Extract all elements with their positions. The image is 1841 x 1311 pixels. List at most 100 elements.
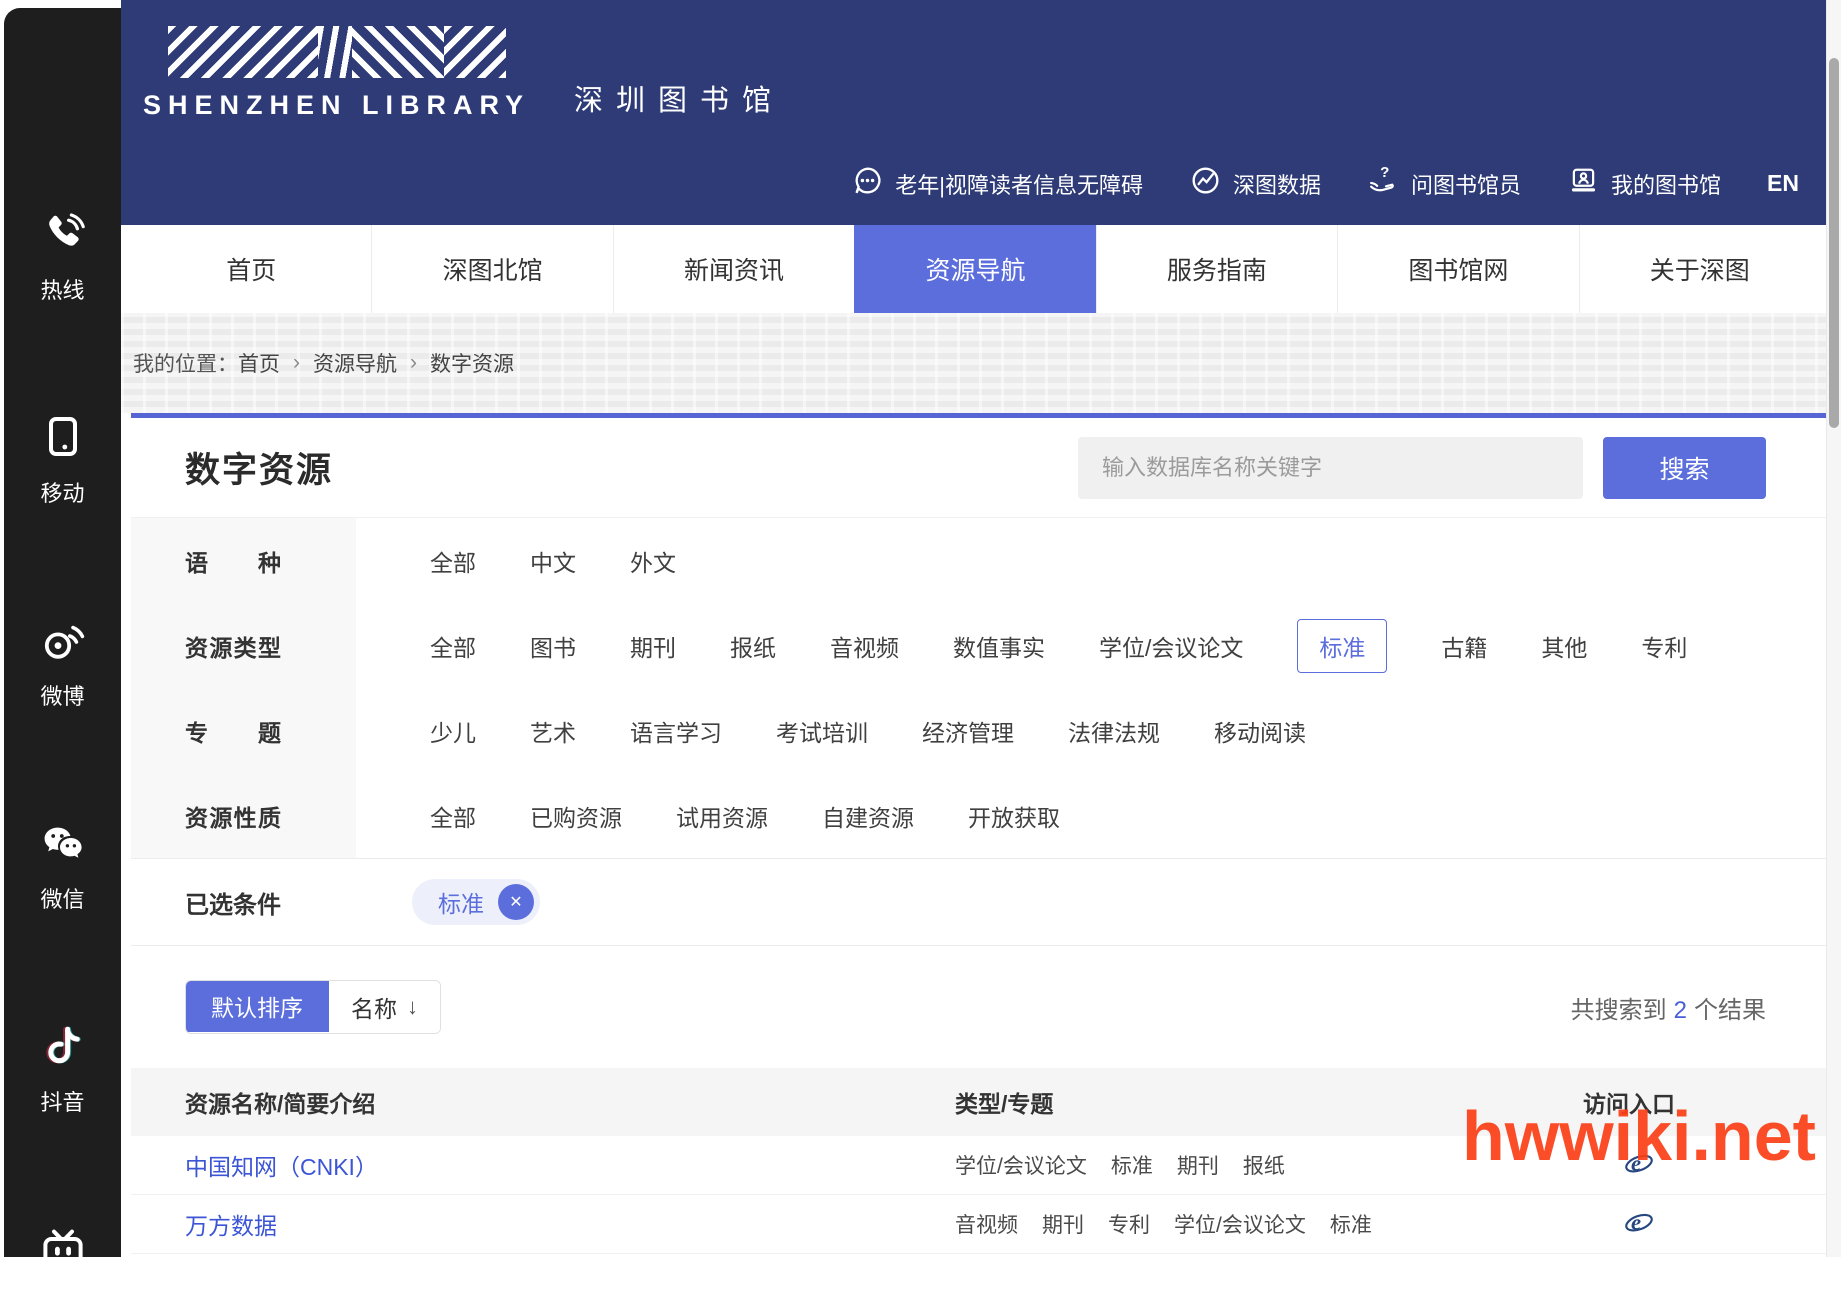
table-row: 中国知网（CNKI） 学位/会议论文标准期刊报纸 e — [131, 1136, 1826, 1195]
breadcrumb-digital[interactable]: 数字资源 — [430, 348, 514, 378]
sort-name-button[interactable]: 名称 ↓ — [329, 981, 440, 1033]
breadcrumb-resources[interactable]: 资源导航 — [313, 348, 397, 378]
svg-text:?: ? — [1380, 164, 1389, 181]
globe-link-icon[interactable]: e — [1623, 1147, 1655, 1184]
search-button[interactable]: 搜索 — [1603, 437, 1766, 499]
filter-label: 专题 — [185, 714, 281, 748]
nav-tab-about[interactable]: 关于深图 — [1579, 225, 1820, 313]
type-tags: 学位/会议论文标准期刊报纸 — [955, 1150, 1583, 1180]
sidebar-item-hotline[interactable]: 热线 — [39, 210, 87, 305]
logo-text-cn: 深圳图书馆 — [574, 77, 784, 121]
database-search: 搜索 — [1078, 437, 1766, 499]
filter-row-topic: 专题 少儿 艺术 语言学习 考试培训 经济管理 法律法规 移动阅读 — [131, 688, 1826, 773]
col-header-type: 类型/专题 — [955, 1085, 1583, 1119]
sidebar-item-weibo[interactable]: 微博 — [39, 616, 87, 711]
my-library-link[interactable]: 我的图书馆 — [1567, 164, 1721, 203]
filter-label: 语种 — [185, 544, 281, 578]
filter-option[interactable]: 中文 — [530, 544, 576, 578]
globe-link-icon[interactable]: e — [1623, 1206, 1655, 1243]
sidebar-item-mobile[interactable]: 移动 — [39, 413, 87, 508]
logo-slash-mark-icon — [168, 26, 506, 78]
filter-option[interactable]: 全部 — [430, 544, 476, 578]
result-count-text: 共搜索到2个结果 — [1571, 990, 1766, 1025]
sidebar-item-bilibili[interactable]: bilibili — [38, 1225, 87, 1311]
filter-option[interactable]: 移动阅读 — [1214, 714, 1306, 748]
chip-close-icon[interactable]: ✕ — [498, 884, 534, 920]
sidebar-item-label: bilibili — [38, 1288, 87, 1311]
filter-row-resource-type: 资源类型 全部 图书 期刊 报纸 音视频 数值事实 学位/会议论文 标准 古籍 … — [131, 603, 1826, 688]
data-chart-icon — [1189, 164, 1222, 203]
bilibili-icon — [39, 1225, 87, 1279]
language-toggle[interactable]: EN — [1767, 170, 1799, 197]
phone-icon — [39, 210, 87, 264]
nav-tab-service-guide[interactable]: 服务指南 — [1096, 225, 1337, 313]
sidebar-item-douyin[interactable]: 抖音 — [39, 1022, 87, 1117]
filter-option[interactable]: 开放获取 — [968, 799, 1060, 833]
filter-option[interactable]: 试用资源 — [676, 799, 768, 833]
filter-option[interactable]: 专利 — [1641, 629, 1687, 663]
filter-option[interactable]: 全部 — [430, 799, 476, 833]
result-count: 2 — [1667, 997, 1694, 1024]
sort-control: 默认排序 名称 ↓ — [185, 980, 441, 1034]
filter-label: 资源性质 — [185, 799, 281, 833]
filter-label: 资源类型 — [185, 629, 281, 663]
filter-row-language: 语种 全部 中文 外文 — [131, 518, 1826, 603]
scrollbar[interactable] — [1826, 0, 1841, 1257]
ask-librarian-link[interactable]: ? 问图书馆员 — [1367, 164, 1521, 203]
filter-option[interactable]: 艺术 — [530, 714, 576, 748]
breadcrumb-home[interactable]: 首页 — [238, 348, 280, 378]
scrollbar-thumb[interactable] — [1829, 58, 1839, 428]
nav-tab-library-network[interactable]: 图书馆网 — [1337, 225, 1578, 313]
speech-bubble-icon — [851, 164, 884, 203]
filter-option[interactable]: 其他 — [1541, 629, 1587, 663]
sidebar-item-label: 热线 — [40, 273, 84, 305]
filter-option[interactable]: 已购资源 — [530, 799, 622, 833]
results-table: 资源名称/简要介绍 类型/专题 访问入口 中国知网（CNKI） 学位/会议论文标… — [131, 1068, 1826, 1254]
filter-option[interactable]: 古籍 — [1441, 629, 1487, 663]
filter-option[interactable]: 经济管理 — [922, 714, 1014, 748]
filter-option[interactable]: 学位/会议论文 — [1099, 629, 1243, 663]
my-library-icon — [1567, 164, 1600, 203]
content-card: 数字资源 搜索 语种 全部 中文 外文 资源类型 全部 图书 — [131, 413, 1826, 1257]
filter-option[interactable]: 报纸 — [730, 629, 776, 663]
title-row: 数字资源 搜索 — [131, 418, 1826, 518]
filter-option[interactable]: 全部 — [430, 629, 476, 663]
col-header-name: 资源名称/简要介绍 — [131, 1085, 955, 1119]
nav-tab-north-branch[interactable]: 深图北馆 — [371, 225, 612, 313]
filter-option[interactable]: 考试培训 — [776, 714, 868, 748]
breadcrumb-prefix: 我的位置： — [133, 348, 238, 378]
filter-option-selected[interactable]: 标准 — [1297, 619, 1387, 673]
filter-option[interactable]: 期刊 — [630, 629, 676, 663]
site-logo[interactable]: SHENZHEN LIBRARY 深圳图书馆 — [143, 26, 784, 121]
filter-option[interactable]: 外文 — [630, 544, 676, 578]
ask-librarian-icon: ? — [1367, 164, 1400, 203]
type-tags: 音视频期刊专利学位/会议论文标准 — [955, 1209, 1583, 1239]
col-header-access: 访问入口 — [1583, 1085, 1826, 1119]
sidebar-item-label: 移动 — [40, 476, 84, 508]
filter-option[interactable]: 自建资源 — [822, 799, 914, 833]
filter-option[interactable]: 图书 — [530, 629, 576, 663]
breadcrumb-separator: › — [280, 351, 313, 375]
resource-link-cnki[interactable]: 中国知网（CNKI） — [185, 1154, 378, 1180]
nav-tab-resources[interactable]: 资源导航 — [854, 225, 1095, 313]
nav-tab-home[interactable]: 首页 — [131, 225, 371, 313]
filter-option[interactable]: 少儿 — [430, 714, 476, 748]
logo-text-en: SHENZHEN LIBRARY — [143, 90, 530, 121]
resource-link-wanfang[interactable]: 万方数据 — [185, 1213, 277, 1239]
data-stats-link[interactable]: 深图数据 — [1189, 164, 1321, 203]
header-utilities: 老年|视障读者信息无障碍 深图数据 ? 问图书馆员 我的图书馆 EN — [851, 164, 1799, 203]
main-nav: 首页 深图北馆 新闻资讯 资源导航 服务指南 图书馆网 关于深图 — [121, 225, 1841, 313]
mobile-icon — [39, 413, 87, 467]
sort-default-button[interactable]: 默认排序 — [185, 980, 329, 1032]
nav-tab-news[interactable]: 新闻资讯 — [613, 225, 854, 313]
accessibility-link[interactable]: 老年|视障读者信息无障碍 — [851, 164, 1143, 203]
breadcrumb-separator: › — [397, 351, 430, 375]
filter-option[interactable]: 数值事实 — [953, 629, 1045, 663]
chip-label: 标准 — [438, 885, 484, 919]
filter-option[interactable]: 音视频 — [830, 629, 899, 663]
filter-option[interactable]: 法律法规 — [1068, 714, 1160, 748]
sidebar-item-wechat[interactable]: 微信 — [39, 819, 87, 914]
page-title: 数字资源 — [185, 442, 333, 493]
filter-option[interactable]: 语言学习 — [630, 714, 722, 748]
search-input[interactable] — [1078, 437, 1583, 499]
